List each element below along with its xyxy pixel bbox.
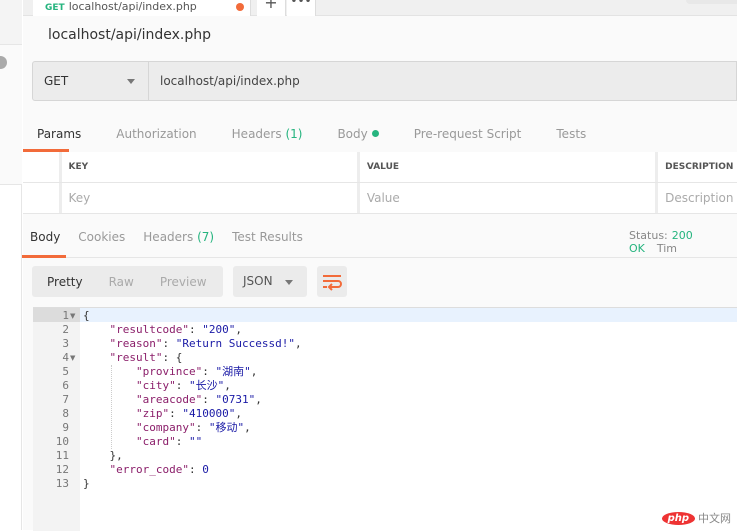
tab-response-body[interactable]: Body <box>30 230 60 244</box>
watermark: php 中文网 <box>661 510 731 526</box>
response-editor[interactable]: 1 ▼{2 "resultcode": "200", 3 "reason": "Re… <box>33 307 737 531</box>
divider <box>23 257 737 258</box>
tab-method: GET <box>45 3 65 13</box>
new-tab-button[interactable]: + <box>257 0 286 16</box>
language-select[interactable]: JSON <box>233 266 307 297</box>
code-line: "areacode": "0731", <box>135 393 262 406</box>
line-number: 11 <box>55 449 69 462</box>
code-line: "error_code": 0 <box>109 463 209 476</box>
line-number: 3 <box>62 337 69 350</box>
sidebar <box>0 0 22 530</box>
code-line: } <box>83 477 90 490</box>
column-description: DESCRIPTION <box>658 152 737 182</box>
table-header-row: KEY VALUE DESCRIPTION <box>23 152 737 183</box>
table-row: Key Value Description <box>23 183 737 214</box>
line-number: 13 <box>55 477 69 490</box>
tab-headers[interactable]: Headers (1) <box>232 127 303 141</box>
fold-toggle-icon[interactable]: ▼ <box>70 351 75 365</box>
more-tabs-button[interactable]: ••• <box>287 0 316 16</box>
chevron-down-icon <box>127 79 135 84</box>
line-number: 1 <box>62 309 69 322</box>
code-line: }, <box>83 449 123 462</box>
column-key: KEY <box>61 152 360 182</box>
value-input[interactable]: Value <box>359 183 659 213</box>
method-select[interactable]: GET <box>33 62 149 100</box>
url-bar: GET localhost/api/index.php <box>32 61 737 101</box>
code-line: "result": { <box>109 351 183 364</box>
format-toggle: Pretty Raw Preview <box>32 266 223 297</box>
pretty-button[interactable]: Pretty <box>47 275 83 289</box>
method-label: GET <box>44 74 69 88</box>
body-indicator-dot-icon <box>371 130 379 137</box>
status-label: Status: <box>629 229 668 242</box>
tab-cookies[interactable]: Cookies <box>78 230 125 244</box>
line-number: 12 <box>55 463 69 476</box>
tab-params[interactable]: Params <box>37 127 81 141</box>
code-line: { <box>83 309 90 322</box>
tab-pre-request-script[interactable]: Pre-request Script <box>414 127 522 141</box>
active-tab-underline <box>22 255 66 258</box>
tab-title: localhost/api/index.php <box>68 0 197 13</box>
line-number: 8 <box>62 407 69 420</box>
key-input[interactable]: Key <box>61 183 360 213</box>
indent-guide <box>111 365 112 449</box>
tab-test-results[interactable]: Test Results <box>232 230 303 244</box>
line-number: 2 <box>62 323 69 336</box>
code-line: "resultcode": "200", <box>109 323 242 336</box>
language-label: JSON <box>243 274 273 288</box>
code-line: "card": "" <box>135 435 203 448</box>
time-label: Tim <box>656 242 678 255</box>
tab-authorization[interactable]: Authorization <box>116 127 196 141</box>
php-logo: php <box>661 511 695 525</box>
active-line-highlight <box>80 308 737 322</box>
response-tabs: Body Cookies Headers (7) Test Results <box>30 230 321 244</box>
code-line: "city": "长沙", <box>135 379 231 392</box>
column-value: VALUE <box>359 152 659 182</box>
raw-button[interactable]: Raw <box>109 275 134 289</box>
description-input[interactable]: Description <box>658 183 737 213</box>
chevron-down-icon <box>285 280 293 285</box>
line-number: 9 <box>62 421 69 434</box>
request-tabs: Params Authorization Headers (1) Body Pr… <box>37 127 621 141</box>
environment-button[interactable] <box>686 0 737 4</box>
tab-tests[interactable]: Tests <box>556 127 586 141</box>
wrap-icon <box>323 275 342 291</box>
request-title: localhost/api/index.php <box>48 27 212 43</box>
code-line: "reason": "Return Successd!", <box>109 337 302 350</box>
code-line: "zip": "410000", <box>135 407 242 420</box>
line-number: 6 <box>62 379 69 392</box>
headers-count: (1) <box>285 127 303 141</box>
code-line: "company": "移动", <box>135 421 251 434</box>
line-number: 5 <box>62 365 69 378</box>
headers-count: (7) <box>197 230 215 244</box>
tab-body[interactable]: Body <box>337 127 379 141</box>
preview-button[interactable]: Preview <box>160 275 207 289</box>
line-number: 10 <box>55 435 69 448</box>
wrap-lines-button[interactable] <box>317 266 347 297</box>
params-table: KEY VALUE DESCRIPTION Key Value Descript… <box>23 152 737 214</box>
tab-response-headers[interactable]: Headers (7) <box>143 230 214 244</box>
watermark-text: 中文网 <box>698 512 731 525</box>
line-number: 7 <box>62 393 69 406</box>
unsaved-dot-icon <box>236 3 244 11</box>
url-input[interactable]: localhost/api/index.php <box>160 62 300 100</box>
response-status: Status: 200 OK Tim <box>629 229 737 255</box>
code-line: "province": "湖南", <box>135 365 258 378</box>
fold-toggle-icon[interactable]: ▼ <box>70 309 75 323</box>
request-tab[interactable]: GET localhost/api/index.php <box>33 0 251 16</box>
line-number: 4 <box>62 351 69 364</box>
